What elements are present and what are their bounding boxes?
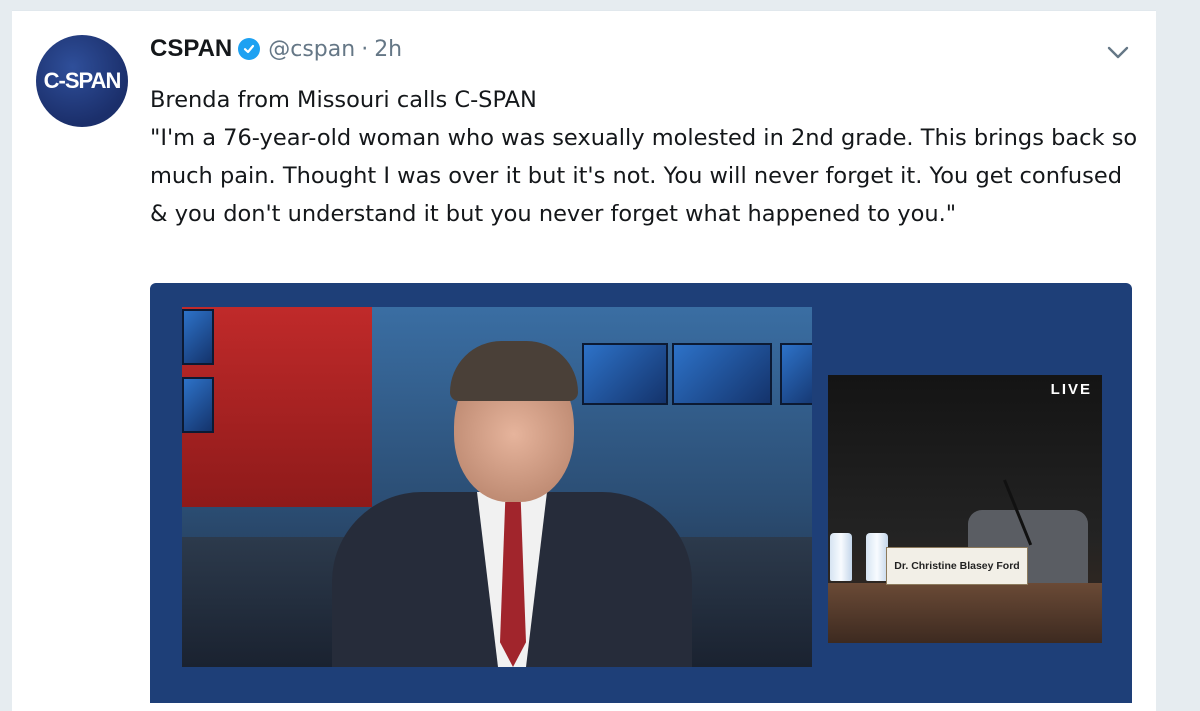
- nameplate: Dr. Christine Blasey Ford: [886, 547, 1028, 585]
- avatar[interactable]: C-SPAN: [36, 35, 128, 127]
- avatar-logo-text: C-SPAN: [43, 68, 122, 93]
- studio-monitor: [582, 343, 668, 405]
- water-bottle: [830, 533, 852, 581]
- studio-monitor: [672, 343, 772, 405]
- tweet-text: Brenda from Missouri calls C-SPAN "I'm a…: [150, 81, 1140, 233]
- verified-badge-icon: [238, 38, 261, 60]
- display-name[interactable]: CSPAN: [150, 35, 232, 63]
- tweet-text-line: Brenda from Missouri calls C-SPAN: [150, 87, 537, 113]
- anchor-hair: [450, 341, 578, 401]
- live-badge: LIVE: [1050, 381, 1092, 398]
- hearing-table: [828, 583, 1102, 643]
- live-inset-frame: LIVE Dr. Christine Blasey Ford: [828, 375, 1102, 643]
- studio-monitor: [182, 309, 214, 365]
- studio-monitor: [182, 377, 214, 433]
- tweet-header: CSPAN @cspan · 2h: [150, 35, 402, 63]
- separator-dot: ·: [361, 36, 369, 62]
- tweet-card[interactable]: C-SPAN CSPAN @cspan · 2h Brenda from Mis…: [12, 10, 1156, 711]
- studio-monitor: [780, 343, 812, 405]
- tweet-timestamp[interactable]: 2h: [374, 37, 402, 62]
- water-bottle: [866, 533, 888, 581]
- video-player[interactable]: LIVE Dr. Christine Blasey Ford: [150, 283, 1132, 703]
- user-handle[interactable]: @cspan: [268, 37, 355, 62]
- chevron-down-icon[interactable]: [1104, 39, 1132, 67]
- main-video-frame: [182, 307, 812, 667]
- tweet-text-line: "I'm a 76-year-old woman who was sexuall…: [150, 125, 1138, 227]
